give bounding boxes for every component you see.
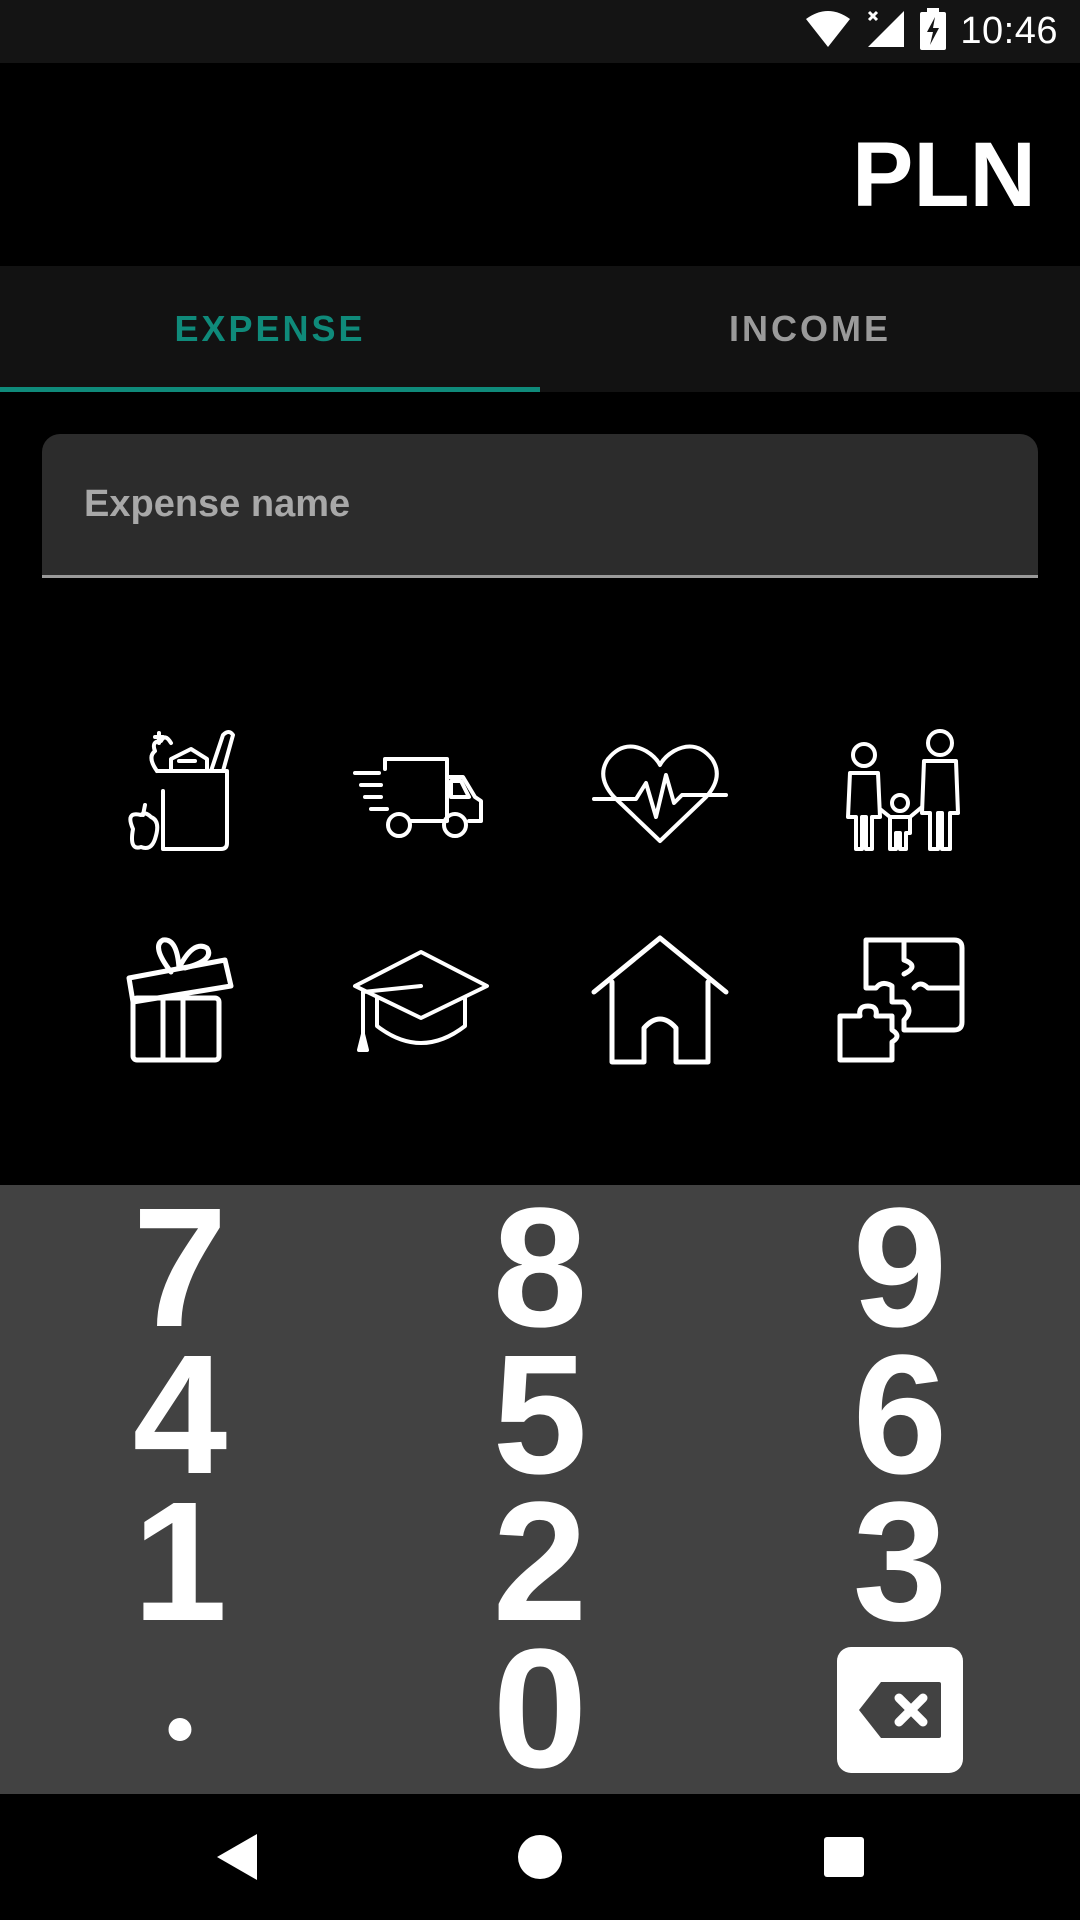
back-icon	[217, 1834, 257, 1880]
category-family[interactable]	[825, 716, 975, 866]
key-3[interactable]: 3	[800, 1477, 1000, 1647]
house-icon	[591, 935, 729, 1065]
home-icon	[518, 1835, 562, 1879]
app-header: PLN	[0, 63, 1080, 266]
key-8[interactable]: 8	[440, 1183, 640, 1353]
nav-back-button[interactable]	[196, 1820, 276, 1894]
backspace-button[interactable]	[837, 1647, 963, 1773]
system-nav-bar	[0, 1794, 1080, 1920]
tab-income-label: INCOME	[729, 308, 891, 349]
recents-icon	[824, 1837, 864, 1877]
backspace-icon	[859, 1682, 941, 1738]
tab-income[interactable]: INCOME	[540, 266, 1080, 392]
puzzle-icon	[837, 937, 965, 1063]
tab-expense-label: EXPENSE	[174, 308, 366, 349]
tab-indicator	[0, 387, 540, 392]
key-9[interactable]: 9	[800, 1183, 1000, 1353]
currency-label[interactable]: PLN	[852, 123, 1036, 228]
category-education[interactable]	[346, 925, 496, 1075]
nav-home-button[interactable]	[500, 1820, 580, 1894]
category-home[interactable]	[585, 925, 735, 1075]
tab-expense[interactable]: EXPENSE	[0, 266, 540, 392]
category-gifts[interactable]	[106, 925, 256, 1075]
groceries-icon	[128, 730, 235, 851]
numeric-keypad: 7 8 9 4 5 6 1 2 3 • 0	[0, 1183, 1080, 1794]
key-6[interactable]: 6	[800, 1330, 1000, 1500]
key-0[interactable]: 0	[440, 1624, 640, 1794]
gift-icon	[126, 937, 234, 1063]
status-time: 10:46	[960, 10, 1058, 52]
key-1[interactable]: 1	[80, 1477, 280, 1647]
key-2[interactable]: 2	[440, 1477, 640, 1647]
category-transport[interactable]	[346, 716, 496, 866]
graduation-cap-icon	[353, 950, 489, 1052]
expense-name-field	[42, 434, 1038, 578]
battery-charging-icon	[920, 8, 947, 55]
key-5[interactable]: 5	[440, 1330, 640, 1500]
key-7[interactable]: 7	[80, 1183, 280, 1353]
category-other[interactable]	[825, 925, 975, 1075]
family-icon	[846, 729, 960, 851]
wifi-icon	[804, 9, 852, 54]
signal-icon	[866, 9, 906, 54]
nav-recents-button[interactable]	[804, 1820, 884, 1894]
heart-health-icon	[592, 744, 728, 843]
status-bar: 10:46	[0, 0, 1080, 63]
category-groceries[interactable]	[106, 716, 256, 866]
status-icons: 10:46	[804, 0, 1058, 63]
expense-name-input[interactable]	[42, 434, 1038, 575]
category-health[interactable]	[585, 716, 735, 866]
key-4[interactable]: 4	[80, 1330, 280, 1500]
delivery-truck-icon	[353, 757, 483, 838]
tab-bar: EXPENSE INCOME	[0, 266, 1080, 392]
key-decimal[interactable]: •	[80, 1636, 280, 1781]
